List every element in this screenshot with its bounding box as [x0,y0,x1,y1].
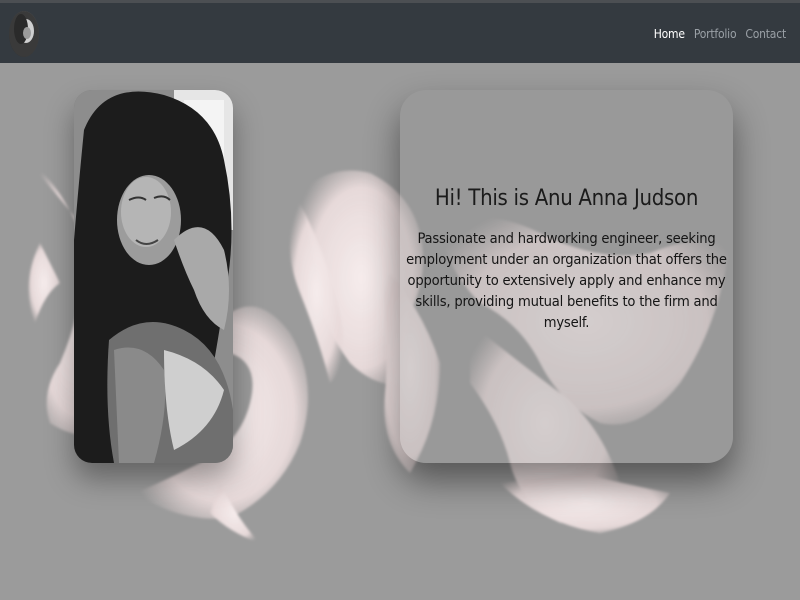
top-navbar: Home Portfolio Contact [0,0,800,63]
nav-contact-link[interactable]: Contact [745,27,786,41]
nav-home-link[interactable]: Home [654,27,685,41]
portrait-image [74,90,233,463]
profile-photo [74,90,233,463]
nav-portfolio-link[interactable]: Portfolio [694,27,737,41]
intro-title: Hi! This is Anu Anna Judson [434,186,699,211]
main-nav: Home Portfolio Contact [654,27,786,41]
intro-description: Passionate and hardworking engineer, see… [406,230,727,331]
intro-card: Hi! This is Anu Anna Judson Passionate a… [400,90,733,463]
profile-avatar-icon[interactable] [9,11,39,57]
